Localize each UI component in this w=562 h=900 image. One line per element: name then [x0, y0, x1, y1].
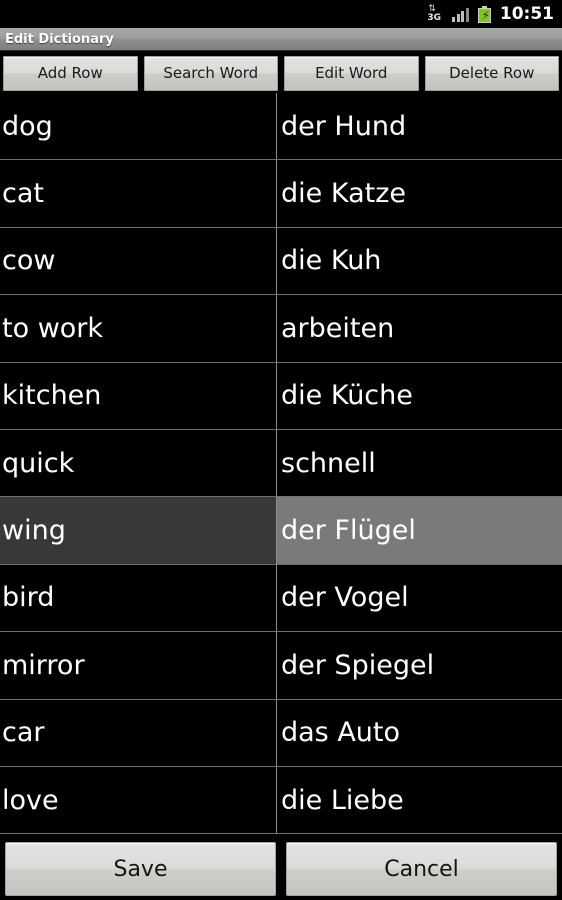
cell-english[interactable]: mirror — [0, 632, 276, 700]
cell-english-text: dog — [2, 110, 53, 142]
signal-bars-icon — [452, 7, 469, 22]
row-divider — [0, 833, 562, 835]
table-row[interactable]: wing der Flügel — [0, 497, 562, 565]
cancel-button-label: Cancel — [384, 856, 459, 882]
cell-english[interactable]: wing — [0, 497, 276, 565]
title-bar: Edit Dictionary — [0, 28, 562, 51]
page-title: Edit Dictionary — [5, 31, 114, 47]
cell-english-text: mirror — [2, 649, 85, 681]
table-row[interactable]: cow die Kuh — [0, 227, 562, 296]
cell-german[interactable]: die Kuh — [276, 227, 562, 296]
cell-english-text: wing — [2, 515, 66, 547]
cell-german[interactable]: die Katze — [276, 160, 562, 228]
cell-english-text: car — [2, 717, 45, 749]
cell-german[interactable]: der Flügel — [276, 497, 562, 565]
network-label: 3G — [427, 12, 442, 23]
signal-strength-indicator — [452, 7, 469, 22]
cell-german-text: das Auto — [281, 717, 401, 749]
clock-label: 10:51 — [499, 4, 554, 24]
cell-english[interactable]: cow — [0, 228, 276, 296]
delete-row-button-label: Delete Row — [449, 64, 535, 82]
battery-charging-icon: ⚡ — [477, 5, 491, 23]
cell-german[interactable]: der Vogel — [276, 564, 562, 633]
table-row[interactable]: bird der Vogel — [0, 564, 562, 633]
cell-german[interactable]: arbeiten — [276, 295, 562, 363]
bottom-action-bar: Save Cancel — [0, 838, 562, 900]
edit-word-button-label: Edit Word — [315, 64, 388, 82]
cell-english-text: bird — [2, 582, 55, 614]
cell-german[interactable]: das Auto — [276, 699, 562, 767]
cell-german-text: der Vogel — [281, 582, 409, 614]
table-row[interactable]: quick schnell — [0, 429, 562, 498]
table-row[interactable]: kitchen die Küche — [0, 362, 562, 430]
cell-english-text: kitchen — [2, 380, 102, 412]
cell-german-text: schnell — [281, 447, 376, 479]
cell-english[interactable]: kitchen — [0, 363, 276, 430]
cell-english-text: cat — [2, 178, 44, 210]
cancel-button[interactable]: Cancel — [286, 842, 557, 896]
charging-bolt-icon: ⚡ — [481, 8, 490, 22]
table-row[interactable]: mirror der Spiegel — [0, 632, 562, 700]
cell-english[interactable]: quick — [0, 430, 276, 498]
delete-row-button[interactable]: Delete Row — [424, 55, 559, 91]
network-3g-indicator: ⇅ 3G — [427, 3, 443, 24]
cell-english-text: cow — [2, 245, 56, 277]
cell-german-text: die Liebe — [281, 784, 404, 816]
search-word-button[interactable]: Search Word — [143, 55, 278, 91]
cell-german[interactable]: die Küche — [276, 362, 562, 430]
edit-word-button[interactable]: Edit Word — [284, 55, 419, 91]
cell-english[interactable]: car — [0, 700, 276, 767]
cell-german[interactable]: der Hund — [276, 93, 562, 161]
cell-german-text: die Kuh — [281, 245, 382, 277]
table-row[interactable]: car das Auto — [0, 699, 562, 767]
add-row-button-label: Add Row — [37, 64, 103, 82]
3g-data-icon: ⇅ 3G — [427, 3, 443, 24]
cell-english[interactable]: cat — [0, 160, 276, 228]
cell-german[interactable]: schnell — [276, 429, 562, 498]
clock: 10:51 — [500, 4, 554, 24]
cell-english[interactable]: bird — [0, 565, 276, 633]
cell-german-text: der Spiegel — [281, 649, 435, 681]
cell-german[interactable]: die Liebe — [276, 766, 562, 835]
cell-english-text: quick — [2, 447, 75, 479]
cell-german[interactable]: der Spiegel — [276, 632, 562, 700]
dictionary-table[interactable]: dog der Hund cat die Katze cow die Kuh to work… — [0, 93, 562, 835]
save-button-label: Save — [113, 856, 168, 882]
search-word-button-label: Search Word — [163, 64, 259, 82]
toolbar: Add Row Search Word Edit Word Delete Row — [0, 53, 562, 93]
battery-indicator: ⚡ — [477, 5, 491, 23]
save-button[interactable]: Save — [5, 842, 276, 896]
cell-german-text: der Hund — [281, 110, 407, 142]
status-bar: ⇅ 3G ⚡ 10:51 — [0, 0, 562, 28]
cell-english-text: to work — [2, 312, 104, 344]
data-arrows-icon: ⇅ — [428, 3, 436, 14]
cell-german-text: arbeiten — [281, 312, 395, 344]
table-row[interactable]: love die Liebe — [0, 766, 562, 835]
table-row[interactable]: cat die Katze — [0, 160, 562, 228]
cell-english-text: love — [2, 784, 59, 816]
table-row[interactable]: to work arbeiten — [0, 295, 562, 363]
cell-english[interactable]: love — [0, 767, 276, 835]
cell-english[interactable]: to work — [0, 295, 276, 363]
app-screen: ⇅ 3G ⚡ 10:51 Edit Dictionary Add Row Sea… — [0, 0, 562, 900]
cell-german-text: der Flügel — [281, 515, 416, 547]
table-row[interactable]: dog der Hund — [0, 93, 562, 161]
add-row-button[interactable]: Add Row — [3, 55, 138, 91]
cell-german-text: die Katze — [281, 178, 406, 210]
cell-english[interactable]: dog — [0, 93, 276, 161]
cell-german-text: die Küche — [281, 380, 413, 412]
